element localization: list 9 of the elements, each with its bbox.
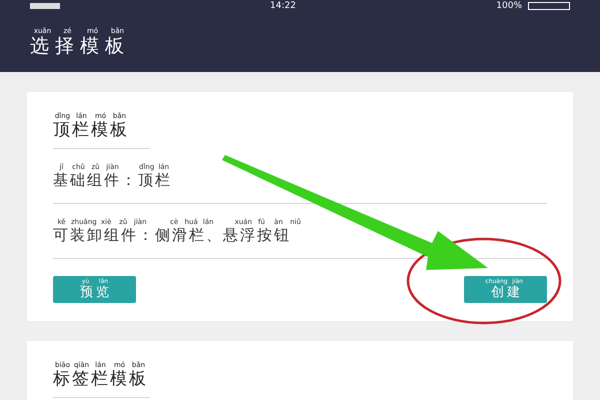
battery-level: 100% <box>496 1 522 11</box>
battery-icon <box>528 2 570 10</box>
component-info: 基础组件：顶栏 <box>53 171 172 189</box>
page-title: 选择模板 <box>30 35 130 57</box>
signal-icon <box>30 3 60 9</box>
component-info: 可装卸组件：侧滑栏、悬浮按钮 <box>53 226 291 244</box>
card-title: 顶栏模板 <box>53 120 129 140</box>
card-title: 标签栏模板 <box>53 369 148 389</box>
status-time: 14:22 <box>270 1 296 11</box>
